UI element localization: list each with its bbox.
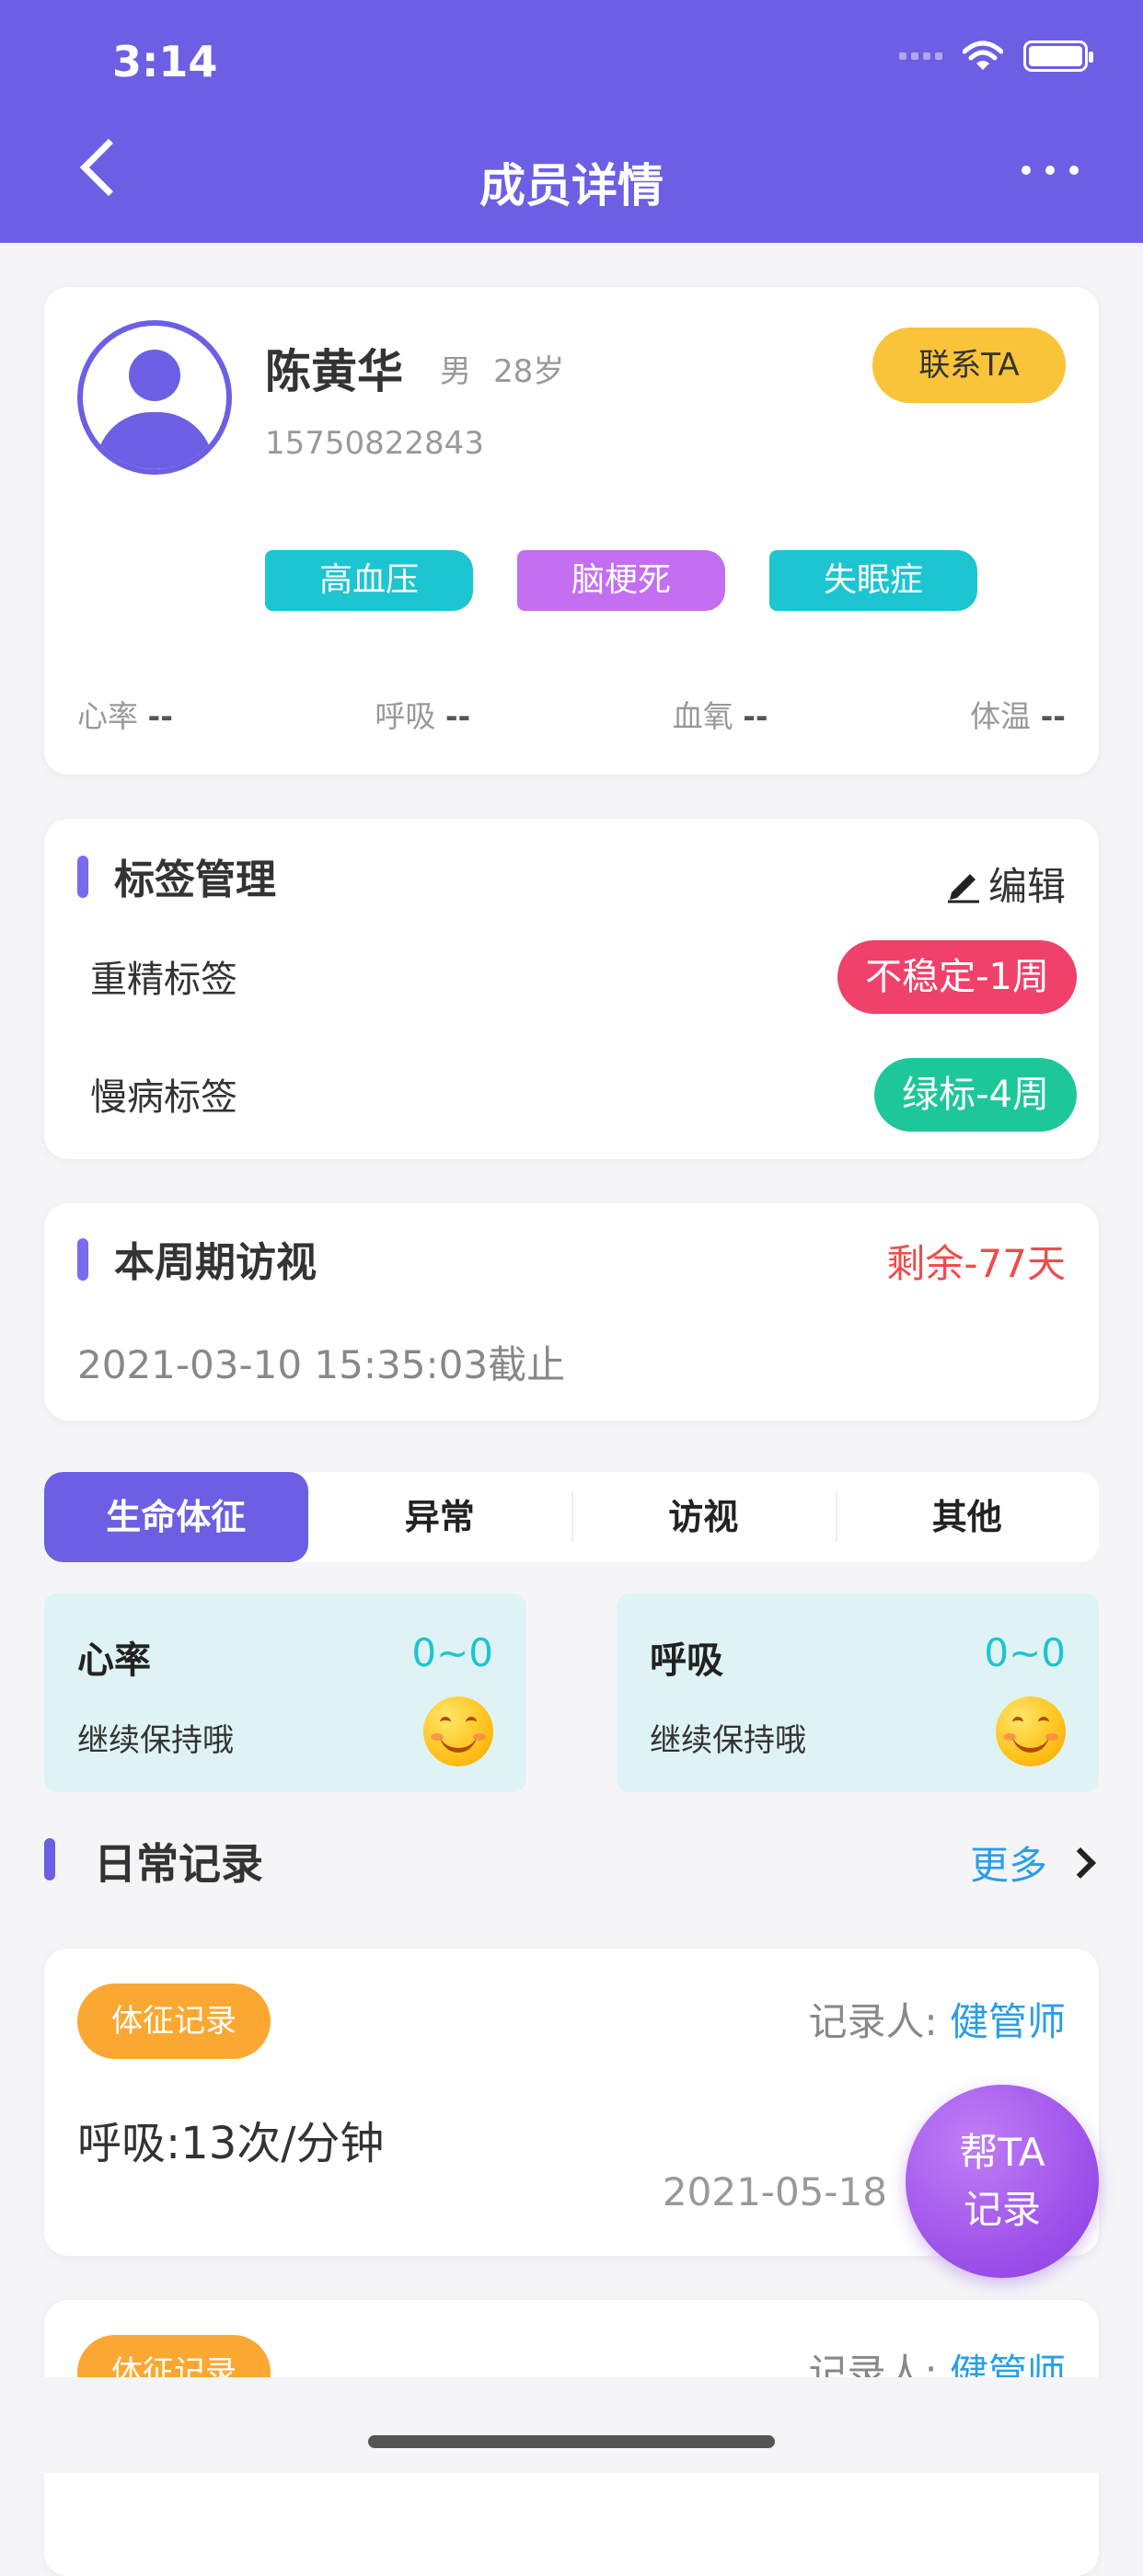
- vital-value: --: [1040, 698, 1066, 734]
- vital-oxygen: 血氧 --: [673, 692, 768, 736]
- vital-heart-rate: 心率 --: [77, 692, 173, 736]
- top-header: 3:14 成员详情: [0, 0, 1143, 243]
- vital-card-name: 心率: [77, 1639, 151, 1682]
- tab-other[interactable]: 其他: [835, 1472, 1100, 1562]
- member-name: 陈黄华: [265, 345, 403, 398]
- recorder-label: 记录人:: [808, 1999, 938, 2044]
- vital-temperature: 体温 --: [970, 692, 1066, 736]
- tag-management-card: 标签管理 编辑 重精标签 不稳定-1周 慢病标签 绿标-4周: [44, 819, 1099, 1159]
- vital-card-note: 继续保持哦: [650, 1722, 806, 1759]
- smile-icon: [423, 1696, 493, 1766]
- signal-icon: [899, 52, 942, 60]
- vital-value: --: [743, 698, 768, 734]
- bottom-safe-area: [0, 2377, 1143, 2473]
- member-age: 28岁: [493, 353, 565, 390]
- chevron-right-icon: [1065, 1846, 1096, 1879]
- vital-card-value: 0~0: [984, 1630, 1066, 1675]
- disease-tag: 失眠症: [769, 550, 977, 611]
- section-accent-bar: [77, 1238, 88, 1281]
- record-date: 2021-05-18: [662, 2169, 887, 2214]
- page-title: 成员详情: [479, 159, 664, 213]
- record-for-member-fab[interactable]: 帮TA 记录: [906, 2085, 1099, 2278]
- wifi-icon: [963, 40, 1003, 70]
- record-content: 呼吸:13次/分钟: [77, 2118, 385, 2169]
- fab-line1: 帮TA: [959, 2130, 1045, 2175]
- tab-abnormal[interactable]: 异常: [308, 1472, 572, 1562]
- tag-row-label: 重精标签: [90, 959, 237, 1001]
- more-options-button[interactable]: [1022, 166, 1079, 175]
- more-label: 更多: [969, 1843, 1047, 1888]
- vital-label: 体温: [970, 698, 1032, 734]
- vital-value: --: [147, 698, 173, 734]
- vital-card-breathing[interactable]: 呼吸 0~0 继续保持哦: [617, 1593, 1099, 1792]
- vital-breathing: 呼吸 --: [375, 692, 470, 736]
- disease-tags: 高血压 脑梗死 失眠症: [265, 550, 977, 611]
- more-records-link[interactable]: 更多: [969, 1834, 1096, 1891]
- battery-icon: [1023, 40, 1093, 72]
- vitals-summary: 心率 -- 呼吸 -- 血氧 -- 体温 --: [77, 692, 1066, 736]
- tag-value-pill[interactable]: 绿标-4周: [874, 1058, 1077, 1132]
- disease-tag: 脑梗死: [517, 550, 725, 611]
- tag-management-title: 标签管理: [114, 857, 276, 903]
- vital-label: 血氧: [672, 698, 733, 734]
- tab-visit[interactable]: 访视: [572, 1472, 836, 1562]
- daily-records-title: 日常记录: [94, 1839, 263, 1889]
- vital-label: 心率: [77, 698, 138, 734]
- visit-title: 本周期访视: [114, 1239, 317, 1286]
- fab-line2: 记录: [963, 2187, 1041, 2232]
- status-icons: [899, 40, 1093, 72]
- vital-card-name: 呼吸: [650, 1639, 723, 1682]
- category-tabs: 生命体征 异常 访视 其他: [44, 1472, 1099, 1562]
- section-accent-bar: [77, 856, 88, 898]
- edit-label: 编辑: [987, 864, 1066, 909]
- member-phone: 15750822843: [265, 425, 484, 462]
- record-recorder: 记录人: 健管师: [808, 1991, 1066, 2047]
- vital-card-value: 0~0: [411, 1630, 493, 1675]
- vital-value: --: [444, 698, 471, 734]
- member-gender: 男: [440, 353, 471, 390]
- recorder-name: 健管师: [949, 1999, 1066, 2044]
- disease-tag: 高血压: [265, 550, 473, 611]
- member-meta: 男 28岁: [440, 346, 586, 391]
- edit-tags-button[interactable]: 编辑: [944, 856, 1066, 912]
- vital-card-heart-rate[interactable]: 心率 0~0 继续保持哦: [44, 1593, 526, 1792]
- pencil-icon: [947, 873, 979, 903]
- smile-icon: [996, 1696, 1066, 1766]
- vital-label: 呼吸: [375, 698, 436, 734]
- status-time: 3:14: [112, 37, 218, 86]
- tag-value-pill[interactable]: 不稳定-1周: [837, 940, 1077, 1014]
- tab-vital-signs[interactable]: 生命体征: [44, 1472, 308, 1562]
- visit-remaining: 剩余-77天: [886, 1241, 1066, 1286]
- visit-deadline: 2021-03-10 15:35:03截止: [77, 1342, 566, 1387]
- contact-button[interactable]: 联系TA: [872, 328, 1066, 403]
- visit-card[interactable]: 本周期访视 剩余-77天 2021-03-10 15:35:03截止: [44, 1203, 1099, 1420]
- record-type-badge: 体征记录: [77, 1984, 271, 2059]
- profile-card: 陈黄华 男 28岁 15750822843 联系TA 高血压 脑梗死 失眠症 心率…: [44, 287, 1099, 775]
- avatar: [77, 320, 232, 475]
- vital-card-note: 继续保持哦: [77, 1722, 234, 1759]
- tag-row-label: 慢病标签: [90, 1076, 237, 1119]
- home-indicator: [368, 2435, 775, 2448]
- section-accent-bar: [44, 1838, 55, 1880]
